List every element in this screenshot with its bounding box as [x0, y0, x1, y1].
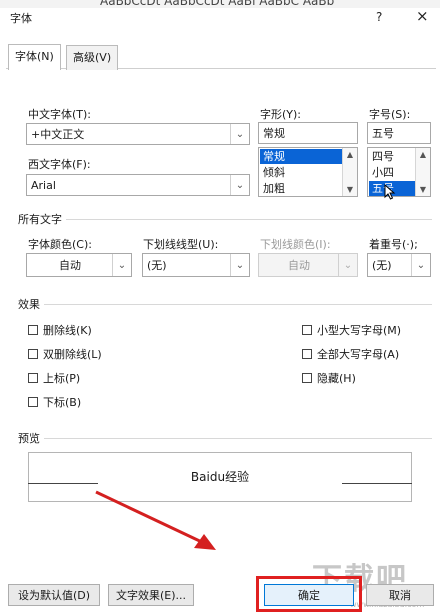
- font-size-option[interactable]: 小四: [369, 165, 394, 180]
- underline-type-combo[interactable]: (无) ⌄: [142, 253, 250, 277]
- superscript-option[interactable]: 上标(P): [28, 370, 80, 386]
- section-divider: [66, 219, 432, 220]
- hidden-option[interactable]: 隐藏(H): [302, 370, 356, 386]
- chevron-up-icon[interactable]: ▲: [343, 150, 357, 159]
- chinese-font-combo[interactable]: +中文正文 ⌄: [26, 123, 250, 145]
- font-size-value: 五号: [372, 127, 394, 140]
- subscript-label: 下标(B): [43, 396, 82, 409]
- font-style-label: 字形(Y):: [260, 108, 302, 121]
- set-default-button[interactable]: 设为默认值(D): [8, 584, 100, 606]
- western-font-value: Arial: [31, 178, 56, 192]
- western-font-combo[interactable]: Arial ⌄: [26, 174, 250, 196]
- tab-advanced[interactable]: 高级(V): [66, 45, 119, 70]
- emphasis-mark-label: 着重号(·);: [369, 238, 418, 251]
- chevron-down-icon[interactable]: ▼: [416, 185, 430, 194]
- underline-type-label: 下划线线型(U):: [143, 238, 219, 251]
- emphasis-mark-value: (无): [372, 259, 392, 272]
- western-font-label: 西文字体(F):: [28, 158, 91, 171]
- underline-color-combo: 自动 ⌄: [258, 253, 358, 277]
- font-color-combo[interactable]: 自动 ⌄: [26, 253, 132, 277]
- font-style-scrollbar[interactable]: ▲ ▼: [342, 148, 357, 196]
- double-strikethrough-checkbox[interactable]: [28, 349, 38, 359]
- chevron-up-icon[interactable]: ▲: [416, 150, 430, 159]
- chevron-down-icon[interactable]: ⌄: [230, 124, 249, 144]
- underline-color-value: 自动: [288, 259, 310, 272]
- chevron-down-icon[interactable]: ⌄: [411, 254, 430, 276]
- all-caps-checkbox[interactable]: [302, 349, 312, 359]
- hidden-checkbox[interactable]: [302, 373, 312, 383]
- tab-font[interactable]: 字体(N): [8, 44, 61, 70]
- chevron-down-icon[interactable]: ▼: [343, 185, 357, 194]
- font-size-input[interactable]: 五号: [367, 122, 431, 144]
- cancel-button[interactable]: 取消: [366, 584, 434, 606]
- subscript-option[interactable]: 下标(B): [28, 394, 81, 410]
- font-size-list[interactable]: 四号 小四 五号 ▲ ▼: [367, 147, 431, 197]
- all-caps-label: 全部大写字母(A): [317, 348, 400, 361]
- font-size-option[interactable]: 四号: [369, 149, 394, 164]
- section-divider: [44, 438, 432, 439]
- superscript-label: 上标(P): [43, 372, 81, 385]
- font-color-label: 字体颜色(C):: [28, 238, 92, 251]
- hidden-label: 隐藏(H): [317, 372, 356, 385]
- chinese-font-value: +中文正文: [31, 128, 85, 141]
- dialog-titlebar: 字体 ? ×: [0, 0, 440, 34]
- preview-section-label: 预览: [18, 432, 40, 445]
- all-caps-option[interactable]: 全部大写字母(A): [302, 346, 399, 362]
- strikethrough-label: 删除线(K): [43, 324, 92, 337]
- double-strikethrough-option[interactable]: 双删除线(L): [28, 346, 102, 362]
- strikethrough-checkbox[interactable]: [28, 325, 38, 335]
- strikethrough-option[interactable]: 删除线(K): [28, 322, 92, 338]
- dialog-title: 字体: [10, 12, 32, 25]
- emphasis-mark-combo[interactable]: (无) ⌄: [367, 253, 431, 277]
- section-divider: [44, 304, 432, 305]
- help-button[interactable]: ?: [376, 10, 382, 24]
- font-color-value: 自动: [59, 259, 81, 272]
- all-text-section-label: 所有文字: [18, 213, 62, 226]
- font-style-option[interactable]: 加粗: [260, 181, 285, 196]
- font-style-input[interactable]: 常规: [258, 122, 358, 144]
- subscript-checkbox[interactable]: [28, 397, 38, 407]
- preview-sample-text: Baidu经验: [190, 470, 250, 484]
- font-style-value: 常规: [263, 127, 285, 140]
- double-strikethrough-label: 双删除线(L): [43, 348, 102, 361]
- underline-color-label: 下划线颜色(I):: [260, 238, 331, 251]
- chevron-down-icon[interactable]: ⌄: [230, 254, 249, 276]
- font-size-label: 字号(S):: [369, 108, 411, 121]
- small-caps-option[interactable]: 小型大写字母(M): [302, 322, 401, 338]
- font-style-list[interactable]: 常规 倾斜 加粗 ▲ ▼: [258, 147, 358, 197]
- chevron-down-icon[interactable]: ⌄: [230, 175, 249, 195]
- small-caps-label: 小型大写字母(M): [317, 324, 402, 337]
- annotation-arrow-icon: [95, 490, 216, 550]
- superscript-checkbox[interactable]: [28, 373, 38, 383]
- chinese-font-label: 中文字体(T):: [28, 108, 92, 121]
- small-caps-checkbox[interactable]: [302, 325, 312, 335]
- font-style-option[interactable]: 常规: [260, 149, 343, 164]
- ok-button[interactable]: 确定: [264, 584, 354, 606]
- font-size-scrollbar[interactable]: ▲ ▼: [415, 148, 430, 196]
- underline-type-value: (无): [147, 259, 167, 272]
- effects-section-label: 效果: [18, 298, 40, 311]
- chevron-down-icon: ⌄: [338, 254, 357, 276]
- mouse-cursor-icon: [384, 184, 396, 200]
- chevron-down-icon[interactable]: ⌄: [112, 254, 131, 276]
- close-button[interactable]: ×: [416, 7, 429, 25]
- font-style-option[interactable]: 倾斜: [260, 165, 285, 180]
- text-effects-button[interactable]: 文字效果(E)...: [108, 584, 194, 606]
